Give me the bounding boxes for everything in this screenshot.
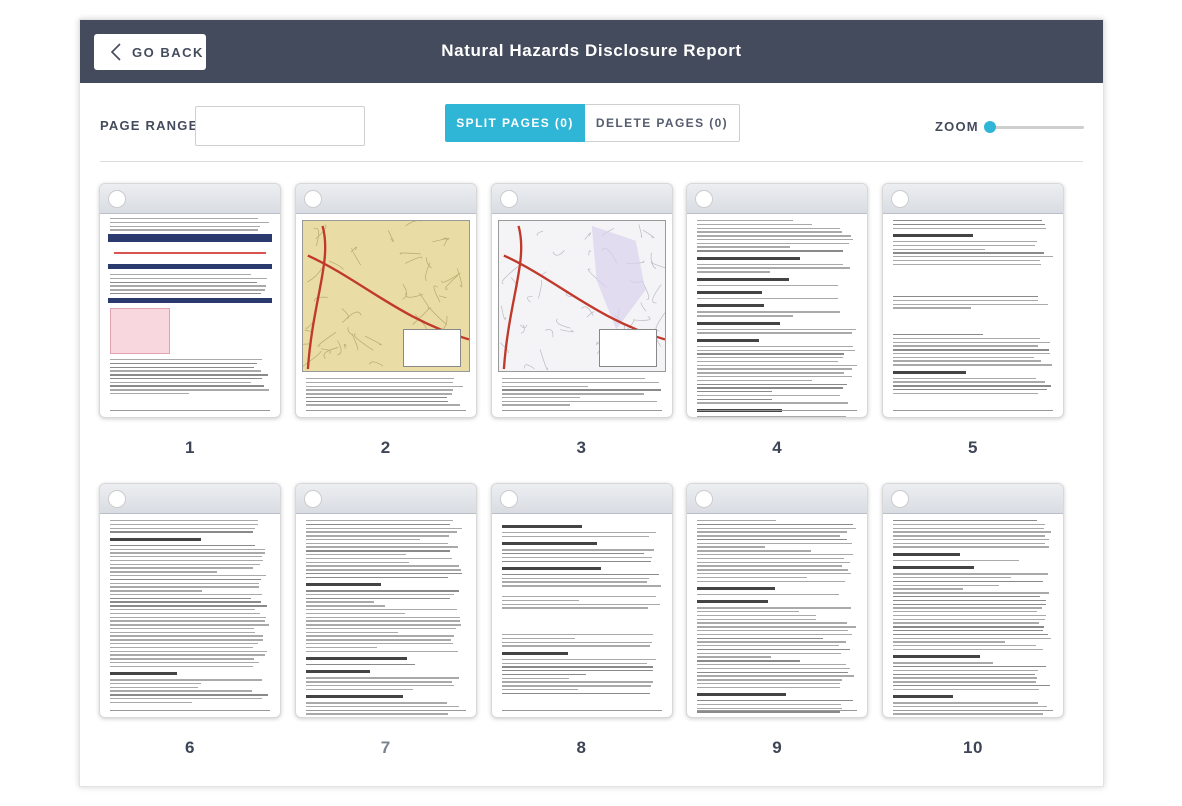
page-header-band (100, 484, 280, 514)
page-number-label: 10 (963, 738, 983, 757)
page-range-label: PAGE RANGE (100, 118, 199, 133)
page-header-band (687, 184, 868, 214)
page-thumbnail-cell: 7 (294, 483, 477, 783)
page-thumbnail-cell: 4 (686, 183, 869, 483)
logo-mark-icon (499, 190, 518, 208)
map-legend (598, 329, 657, 367)
page-footer-line (110, 710, 270, 711)
map-legend (402, 329, 461, 367)
page-text-lines (110, 218, 270, 233)
toolbar: PAGE RANGE SPLIT PAGES (0) DELETE PAGES … (100, 104, 1084, 162)
page-range-input[interactable] (195, 106, 365, 146)
logo-mark-icon (891, 490, 909, 508)
page-thumbnail-cell: 2 (294, 183, 477, 483)
page-number-label: 7 (380, 738, 391, 757)
delete-pages-button[interactable]: DELETE PAGES (0) (585, 104, 740, 142)
notice-text-line (114, 252, 266, 254)
page-thumbnail-cell: 10 (882, 483, 1064, 783)
page-thumbnail-grid: 1 2 3 4 5 6 7 8 9 10 (99, 183, 1084, 783)
page-number-label: 3 (576, 438, 587, 457)
page-header-band (295, 484, 476, 514)
page-text-lines (501, 378, 662, 408)
page-number-label: 1 (185, 438, 195, 457)
page-thumbnail-cell: 9 (686, 483, 869, 783)
page-thumbnail-cell: 6 (99, 483, 281, 783)
page-text-lines (110, 359, 270, 397)
page-number-label: 2 (380, 438, 391, 457)
page-thumbnail[interactable] (294, 483, 477, 718)
logo-mark-icon (499, 490, 518, 508)
page-footer-line (501, 710, 662, 711)
logo-mark-icon (303, 190, 322, 208)
page-thumbnail[interactable] (99, 183, 281, 418)
zoom-slider-track[interactable] (988, 126, 1084, 129)
page-title: Natural Hazards Disclosure Report (441, 41, 742, 60)
page-footer-line (893, 410, 1053, 411)
page-footer-line (305, 410, 466, 411)
page-header-band (883, 184, 1063, 214)
page-number-label: 6 (185, 738, 195, 757)
page-header-band (687, 484, 868, 514)
page-text-lines (893, 520, 1053, 717)
page-number-label: 8 (576, 738, 587, 757)
page-thumbnail[interactable] (882, 483, 1064, 718)
page-footer-line (110, 410, 270, 411)
report-window: GO BACK Natural Hazards Disclosure Repor… (79, 19, 1104, 787)
page-thumbnail[interactable] (686, 483, 869, 718)
page-text-lines (893, 296, 1053, 311)
page-header-band (491, 184, 672, 214)
page-thumbnail-cell: 8 (490, 483, 673, 783)
page-thumbnail[interactable] (490, 483, 673, 718)
highlight-box (110, 308, 170, 354)
page-action-buttons: SPLIT PAGES (0) DELETE PAGES (0) (445, 104, 740, 142)
page-text-lines (893, 220, 1053, 267)
page-thumbnail-cell: 1 (99, 183, 281, 483)
page-header-band (295, 184, 476, 214)
page-thumbnail[interactable] (686, 183, 869, 418)
page-number-label: 4 (772, 438, 783, 457)
split-pages-button[interactable]: SPLIT PAGES (0) (445, 104, 585, 142)
page-footer-line (697, 410, 858, 411)
page-header-band (883, 484, 1063, 514)
page-header-band (100, 184, 280, 214)
page-text-lines (110, 274, 270, 297)
page-footer-line (697, 710, 858, 711)
page-text-lines (305, 520, 466, 717)
page-footer-line (893, 710, 1053, 711)
page-thumbnail[interactable] (490, 183, 673, 418)
zoom-slider-thumb[interactable] (984, 121, 996, 133)
logo-mark-icon (891, 190, 909, 208)
page-text-lines (697, 520, 857, 715)
page-number-label: 9 (772, 738, 783, 757)
table-header-band (108, 264, 272, 269)
table-header-band (108, 298, 272, 303)
page-footer-line (501, 410, 662, 411)
logo-mark-icon (695, 490, 714, 508)
logo-mark-icon (108, 190, 126, 208)
logo-mark-icon (303, 490, 322, 508)
zoom-label: ZOOM (935, 119, 979, 134)
logo-mark-icon (108, 490, 126, 508)
page-text-lines (697, 220, 857, 417)
page-header-band (491, 484, 672, 514)
page-thumbnail[interactable] (882, 183, 1064, 418)
page-thumbnail-cell: 3 (490, 183, 673, 483)
invoice-header-band (108, 234, 272, 242)
page-footer-line (305, 710, 466, 711)
page-text-lines (110, 520, 270, 706)
logo-mark-icon (695, 190, 714, 208)
page-thumbnail-cell: 5 (882, 183, 1064, 483)
page-text-lines (501, 634, 662, 697)
hazard-map-image (497, 220, 670, 372)
page-text-lines (305, 378, 466, 408)
page-thumbnail[interactable] (294, 183, 477, 418)
page-thumbnail[interactable] (99, 483, 281, 718)
hazard-map-image (295, 220, 470, 372)
page-number-label: 5 (968, 438, 978, 457)
page-text-lines (501, 520, 662, 589)
header-bar: GO BACK Natural Hazards Disclosure Repor… (80, 20, 1103, 83)
page-text-lines (501, 596, 662, 611)
page-text-lines (893, 334, 1053, 397)
